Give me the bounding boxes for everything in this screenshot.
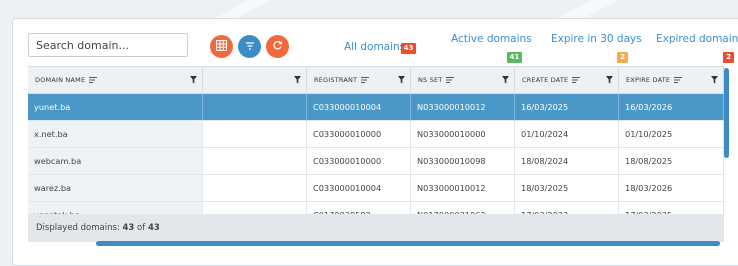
filter-icon[interactable] [711,76,718,84]
cell-domain-name[interactable]: warez.ba [28,175,203,201]
columns-filter-button[interactable] [238,35,261,58]
table-row[interactable]: yunet.ba C033000010004 N033000010012 16/… [28,94,724,121]
column-header-domain-name[interactable]: DOMAIN NAME [28,67,203,93]
tab-label: Active domains [451,33,532,45]
cell-empty[interactable] [203,148,307,174]
sort-icon[interactable] [89,77,98,83]
cell-create-date[interactable]: 18/03/2025 [515,175,619,201]
column-header-create-date[interactable]: CREATE DATE [515,67,619,93]
cell-domain-name[interactable]: webcam.ba [28,148,203,174]
sort-icon[interactable] [361,77,370,83]
tab-active-domains[interactable]: Active domains [451,33,532,45]
cell-domain-name[interactable]: x.net.ba [28,121,203,147]
cell-empty[interactable] [203,121,307,147]
badge-expired-count: 2 [723,52,734,63]
cell-create-date[interactable]: 01/10/2024 [515,121,619,147]
cell-ns-set[interactable]: N033000010012 [411,94,515,120]
list-filter-icon [245,39,255,54]
column-header-ns-set[interactable]: NS SET [411,67,515,93]
filter-icon[interactable] [398,76,405,84]
column-header-registrant[interactable]: REGISTRANT [307,67,411,93]
filter-icon[interactable] [606,76,613,84]
domains-grid: DOMAIN NAME REGISTRANT NS SET CREATE DAT… [28,66,724,229]
table-row[interactable]: x.net.ba C033000010000 N033000010000 01/… [28,121,724,148]
footer-total-count: 43 [147,223,160,233]
cell-expire-date[interactable]: 18/08/2025 [619,148,724,174]
grid-footer: Displayed domains: 43 of 43 [28,214,724,242]
cell-registrant[interactable]: C033000010000 [307,121,411,147]
footer-shown-count: 43 [122,223,135,233]
table-row[interactable]: warez.ba C033000010004 N033000010012 18/… [28,175,724,202]
cell-ns-set[interactable]: N033000010000 [411,121,515,147]
search-input[interactable] [28,33,188,57]
grid-view-button[interactable] [210,35,233,58]
footer-separator: of [134,223,148,233]
badge-all-count: 43 [401,43,416,54]
tab-label: Expired domains [656,33,738,45]
grid-icon [215,39,228,54]
cell-ns-set[interactable]: N033000010098 [411,148,515,174]
cell-domain-name[interactable]: yunet.ba [28,94,203,120]
cell-create-date[interactable]: 18/08/2024 [515,148,619,174]
tab-all-domains[interactable]: All domains [344,41,405,53]
refresh-icon [272,39,283,54]
cell-registrant[interactable]: C033000010004 [307,94,411,120]
sort-icon[interactable] [572,77,581,83]
tab-label: All domains [344,41,406,53]
tab-label: Expire in 30 days [551,33,642,45]
cell-expire-date[interactable]: 16/03/2026 [619,94,724,120]
filter-icon[interactable] [190,76,197,84]
cell-create-date[interactable]: 16/03/2025 [515,94,619,120]
vertical-scrollbar[interactable] [724,68,729,158]
badge-active-count: 41 [507,52,522,63]
cell-registrant[interactable]: C033000010004 [307,175,411,201]
cell-empty[interactable] [203,175,307,201]
column-header-empty[interactable] [203,67,307,93]
cell-ns-set[interactable]: N033000010012 [411,175,515,201]
cell-expire-date[interactable]: 18/03/2026 [619,175,724,201]
sort-icon[interactable] [674,77,683,83]
footer-prefix: Displayed domains: [36,223,123,233]
cell-empty[interactable] [203,94,307,120]
filter-icon[interactable] [502,76,509,84]
horizontal-scrollbar[interactable] [96,241,720,246]
tab-expire-30-days[interactable]: Expire in 30 days [551,33,642,45]
refresh-button[interactable] [266,35,289,58]
table-row[interactable]: webcam.ba C033000010000 N033000010098 18… [28,148,724,175]
filter-icon[interactable] [294,76,301,84]
cell-registrant[interactable]: C033000010000 [307,148,411,174]
grid-header: DOMAIN NAME REGISTRANT NS SET CREATE DAT… [28,66,724,94]
badge-expire-count: 2 [617,52,628,63]
tab-expired-domains[interactable]: Expired domains [656,33,738,45]
column-header-expire-date[interactable]: EXPIRE DATE [619,67,724,93]
sort-icon[interactable] [446,77,455,83]
cell-expire-date[interactable]: 01/10/2025 [619,121,724,147]
